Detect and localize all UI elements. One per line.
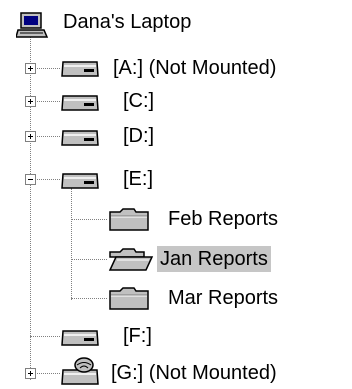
folder-tree: Dana's Laptop [A:] (Not Mounted) [C:] [D… [0,0,352,388]
tree-item-drive-c[interactable]: [C:] [120,85,157,117]
tree-line-feb [71,219,107,220]
expand-a-button[interactable] [25,63,36,74]
expand-g-button[interactable] [25,368,36,379]
tree-line-f [30,336,60,337]
tree-item-drive-e-label: [E:] [123,168,154,190]
tree-item-mar-reports[interactable]: Mar Reports [165,282,281,314]
drive-icon [61,95,99,111]
folder-icon [109,287,149,310]
collapse-e-button[interactable] [25,174,36,185]
tree-line-e-children [71,188,72,300]
tree-line-main [30,30,31,380]
tree-item-drive-a[interactable]: [A:] (Not Mounted) [110,52,279,84]
folder-icon [109,208,149,231]
network-drive-icon [61,357,99,385]
tree-item-drive-e[interactable]: [E:] [120,163,156,195]
tree-item-drive-a-label: [A:] (Not Mounted) [113,57,277,79]
tree-line-mar [71,298,107,299]
tree-item-jan-reports[interactable]: Jan Reports [157,243,271,275]
drive-icon [61,330,99,346]
tree-item-drive-c-label: [C:] [123,90,155,112]
tree-item-feb-reports[interactable]: Feb Reports [165,203,281,235]
tree-line-jan [71,259,107,260]
drive-icon [61,130,99,146]
tree-item-jan-reports-label: Jan Reports [157,246,271,272]
drive-icon [61,173,99,189]
expand-d-button[interactable] [25,131,36,142]
tree-item-feb-reports-label: Feb Reports [168,208,279,230]
tree-item-drive-g[interactable]: [G:] (Not Mounted) [108,357,280,389]
folder-open-icon [108,248,154,271]
tree-item-drive-f-label: [F:] [123,325,152,347]
tree-item-drive-f[interactable]: [F:] [120,320,155,352]
tree-item-root-label: Dana's Laptop [63,11,192,33]
tree-item-mar-reports-label: Mar Reports [168,287,279,309]
tree-item-drive-g-label: [G:] (Not Mounted) [111,362,277,384]
tree-item-drive-d[interactable]: [D:] [120,120,157,152]
computer-icon [16,12,49,38]
tree-item-drive-d-label: [D:] [123,125,155,147]
tree-item-root[interactable]: Dana's Laptop [60,6,194,38]
drive-icon [61,61,99,77]
expand-c-button[interactable] [25,96,36,107]
